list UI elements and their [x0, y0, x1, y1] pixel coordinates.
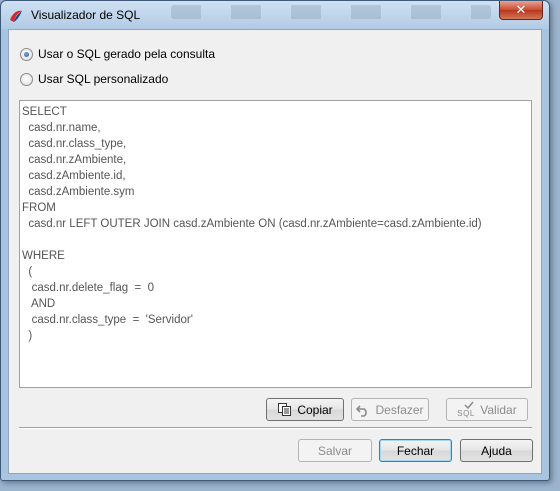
sql-validate-icon: SQL [457, 401, 475, 418]
custom-sql-label: Usar SQL personalizado [38, 72, 169, 86]
sql-text: SELECT casd.nr.name, casd.nr.class_type,… [22, 106, 482, 342]
save-button[interactable]: Salvar [298, 439, 372, 462]
copy-button-label: Copiar [297, 402, 333, 417]
sql-viewer-window: Visualizador de SQL ✕ Usar o SQL gerado … [0, 0, 550, 481]
copy-icon [278, 403, 292, 416]
dialog-body: Usar o SQL gerado pela consulta Usar SQL… [8, 29, 542, 474]
option-generated-sql[interactable]: Usar o SQL gerado pela consulta [20, 47, 215, 61]
validate-button-label: Validar [480, 402, 517, 417]
help-button-label: Ajuda [481, 443, 512, 458]
custom-sql-radio[interactable] [20, 72, 33, 86]
generated-sql-label: Usar o SQL gerado pela consulta [38, 47, 215, 61]
separator [19, 427, 532, 429]
close-dialog-button-label: Fechar [396, 443, 435, 458]
save-button-label: Salvar [317, 443, 352, 458]
option-custom-sql[interactable]: Usar SQL personalizado [20, 72, 168, 86]
help-button[interactable]: Ajuda [460, 439, 533, 462]
background-window-ghost [171, 5, 491, 19]
app-logo-icon [10, 10, 22, 22]
undo-icon [356, 404, 368, 417]
sql-text-area[interactable]: SELECT casd.nr.name, casd.nr.class_type,… [19, 100, 532, 388]
undo-button-label: Desfazer [375, 402, 424, 417]
close-dialog-button[interactable]: Fechar [379, 439, 452, 462]
checkmark-icon [464, 401, 474, 409]
window-title: Visualizador de SQL [31, 8, 141, 22]
close-icon: ✕ [515, 2, 527, 18]
close-window-button[interactable]: ✕ [499, 1, 543, 20]
generated-sql-radio[interactable] [20, 47, 33, 61]
copy-button[interactable]: Copiar [266, 398, 344, 421]
undo-button[interactable]: Desfazer [351, 398, 429, 421]
validate-button[interactable]: SQL Validar [446, 398, 528, 421]
title-bar[interactable]: Visualizador de SQL ✕ [1, 1, 549, 29]
